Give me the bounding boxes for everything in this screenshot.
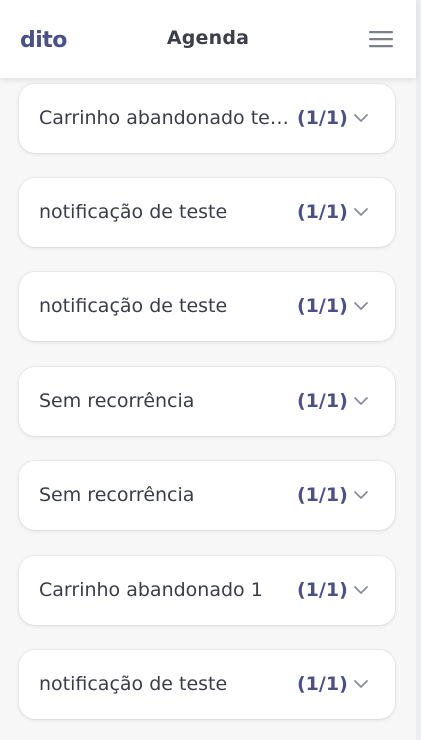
chevron-down-icon[interactable]	[353, 584, 369, 596]
agenda-screen: Carrinho abandonado teste (1/1) notifica…	[0, 0, 421, 740]
schedule-title: Sem recorrência	[39, 390, 195, 412]
schedule-title: notificação de teste	[39, 201, 228, 223]
chevron-down-icon[interactable]	[353, 395, 369, 407]
schedule-title: Carrinho abandonado teste	[39, 107, 291, 129]
chevron-down-icon[interactable]	[353, 112, 369, 124]
schedule-title: Sem recorrência	[39, 484, 195, 506]
schedule-card[interactable]: Carrinho abandonado teste (1/1)	[19, 84, 395, 153]
schedule-card[interactable]: Sem recorrência (1/1)	[19, 367, 395, 436]
app-header: dito Agenda	[0, 0, 416, 78]
schedule-list: Carrinho abandonado teste (1/1) notifica…	[0, 0, 416, 740]
schedule-card[interactable]: Sem recorrência (1/1)	[19, 461, 395, 530]
chevron-down-icon[interactable]	[353, 300, 369, 312]
schedule-card[interactable]: notificação de teste (1/1)	[19, 272, 395, 341]
schedule-title: notificação de teste	[39, 673, 228, 695]
hamburger-menu-icon[interactable]	[368, 29, 394, 49]
schedule-count: (1/1)	[297, 484, 348, 506]
scrollbar[interactable]	[416, 0, 421, 740]
page-title: Agenda	[166, 27, 250, 49]
schedule-count: (1/1)	[297, 107, 348, 129]
chevron-down-icon[interactable]	[353, 206, 369, 218]
schedule-card[interactable]: notificação de teste (1/1)	[19, 650, 395, 719]
chevron-down-icon[interactable]	[353, 489, 369, 501]
schedule-title: Carrinho abandonado 1	[39, 579, 263, 601]
schedule-count: (1/1)	[297, 295, 348, 317]
chevron-down-icon[interactable]	[353, 678, 369, 690]
schedule-count: (1/1)	[297, 390, 348, 412]
schedule-card[interactable]: notificação de teste (1/1)	[19, 178, 395, 247]
schedule-title: notificação de teste	[39, 295, 228, 317]
schedule-count: (1/1)	[297, 673, 348, 695]
schedule-count: (1/1)	[297, 201, 348, 223]
schedule-count: (1/1)	[297, 579, 348, 601]
schedule-card[interactable]: Carrinho abandonado 1 (1/1)	[19, 556, 395, 625]
